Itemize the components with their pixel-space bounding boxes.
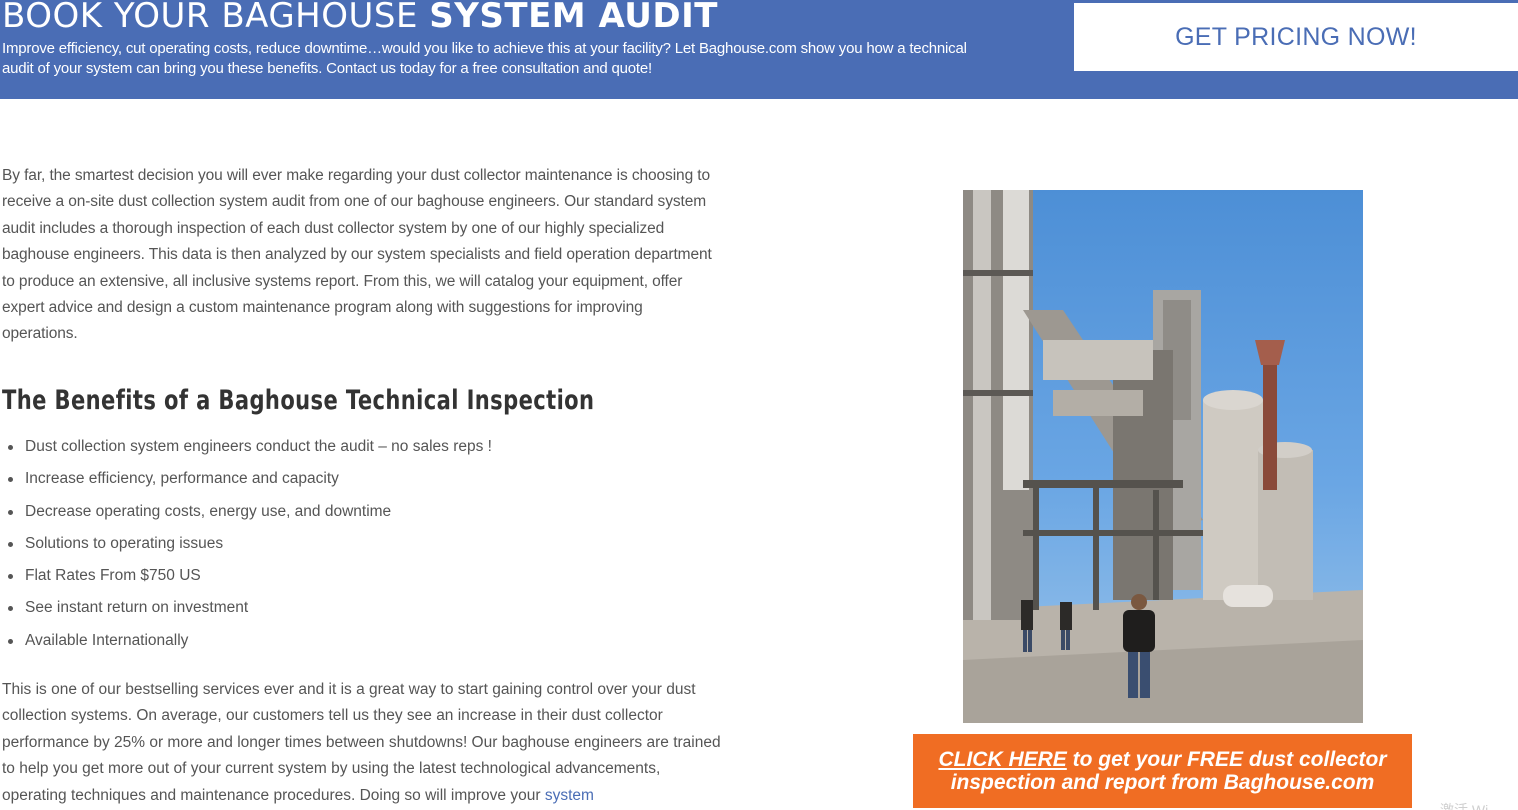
bullet-icon (8, 509, 13, 515)
system-link[interactable]: system (545, 787, 594, 804)
cta-line-1-text: to get your FREE dust collector (1066, 748, 1387, 771)
bullet-icon (8, 606, 13, 612)
benefit-text: Decrease operating costs, energy use, an… (25, 502, 392, 520)
industrial-plant-photo (963, 190, 1363, 723)
bullet-icon (8, 477, 13, 483)
cta-line-1: CLICK HERE to get your FREE dust collect… (938, 748, 1386, 771)
list-item: Dust collection system engineers conduct… (0, 434, 700, 466)
banner-title-bold: SYSTEM AUDIT (429, 0, 718, 36)
benefit-text: Solutions to operating issues (25, 534, 224, 552)
get-pricing-button[interactable]: GET PRICING NOW! (1074, 3, 1518, 71)
benefit-text: Dust collection system engineers conduct… (25, 438, 492, 455)
click-here-link[interactable]: CLICK HERE (938, 748, 1066, 771)
benefit-text: Available Internationally (25, 631, 189, 649)
banner-title: BOOK YOUR BAGHOUSE SYSTEM AUDIT (2, 0, 718, 36)
cta-line-2: inspection and report from Baghouse.com (950, 771, 1375, 794)
bullet-icon (8, 574, 13, 580)
bullet-icon (8, 445, 13, 450)
list-item: Solutions to operating issues (0, 531, 700, 563)
list-item: Available Internationally (0, 628, 700, 660)
banner-title-light: BOOK YOUR BAGHOUSE (2, 0, 418, 36)
list-item: Flat Rates From $750 US (0, 563, 700, 595)
outro-text: This is one of our bestselling services … (2, 681, 721, 804)
bullet-icon (8, 638, 13, 644)
banner-description: Improve efficiency, cut operating costs,… (2, 40, 967, 77)
bullet-icon (8, 541, 13, 547)
benefit-text: See instant return on investment (25, 599, 249, 617)
header-banner: BOOK YOUR BAGHOUSE SYSTEM AUDIT Improve … (0, 0, 1518, 99)
list-item: Decrease operating costs, energy use, an… (0, 499, 700, 531)
intro-paragraph: By far, the smartest decision you will e… (2, 167, 712, 343)
list-item: See instant return on investment (0, 595, 700, 627)
benefit-text: Flat Rates From $750 US (25, 567, 201, 585)
activation-watermark: 激活 Wi (1440, 802, 1489, 810)
free-inspection-cta-button[interactable]: CLICK HERE to get your FREE dust collect… (913, 734, 1412, 808)
benefits-list: Dust collection system engineers conduct… (0, 434, 700, 660)
outro-paragraph: This is one of our bestselling services … (2, 677, 722, 809)
benefit-text: Increase efficiency, performance and cap… (25, 470, 339, 488)
list-item: Increase efficiency, performance and cap… (0, 466, 700, 498)
benefits-heading: The Benefits of a Baghouse Technical Ins… (2, 385, 595, 416)
